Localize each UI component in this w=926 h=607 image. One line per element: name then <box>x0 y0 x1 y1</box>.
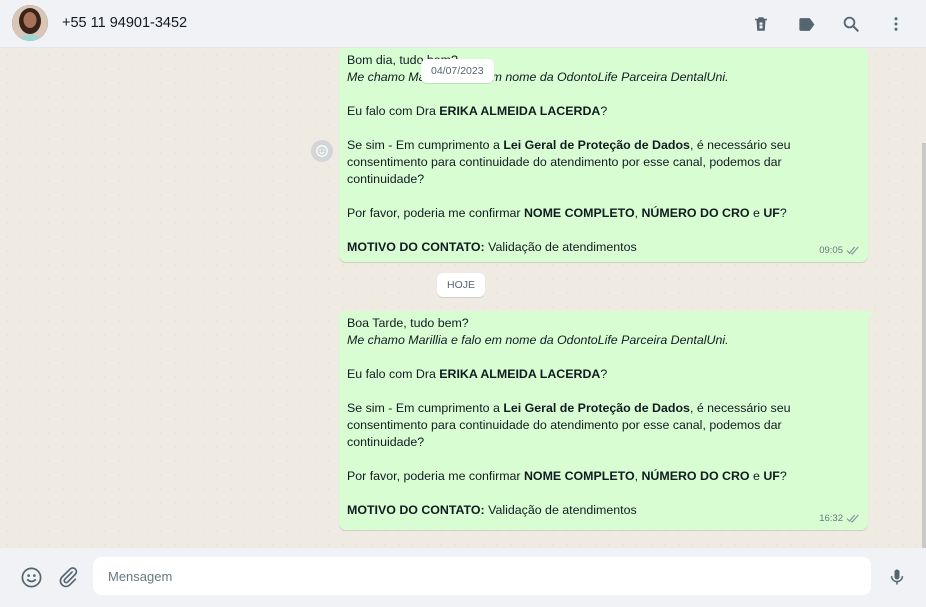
chat-scrollbar[interactable] <box>922 48 926 548</box>
message-intro: Me chamo Marillia e falo em nome da Odon… <box>347 333 729 347</box>
message-motivo-line: MOTIVO DO CONTATO: Validação de atendime… <box>347 240 637 254</box>
delete-icon[interactable] <box>749 12 773 36</box>
message-lgpd-line: Se sim - Em cumprimento a Lei Geral de P… <box>347 138 791 186</box>
mic-icon[interactable] <box>884 564 910 590</box>
search-icon[interactable] <box>839 12 863 36</box>
avatar[interactable] <box>12 5 48 41</box>
emoji-reaction-icon[interactable] <box>311 140 333 162</box>
message-lgpd-line: Se sim - Em cumprimento a Lei Geral de P… <box>347 401 791 449</box>
contact-name[interactable]: +55 11 94901-3452 <box>62 15 187 31</box>
menu-icon[interactable] <box>884 12 908 36</box>
message-dra-line: Eu falo com Dra ERIKA ALMEIDA LACERDA? <box>347 104 608 118</box>
message-time: 09:05 <box>819 245 843 256</box>
bubble-tail <box>866 311 874 321</box>
chat-header: +55 11 94901-3452 <box>0 0 926 48</box>
emoji-icon[interactable] <box>18 564 44 590</box>
message-confirm-line: Por favor, poderia me confirmar NOME COM… <box>347 469 787 483</box>
message-confirm-line: Por favor, poderia me confirmar NOME COM… <box>347 206 787 220</box>
label-icon[interactable] <box>794 12 818 36</box>
chat-area: Bom dia, tudo bem? Me chamo Marillia e f… <box>0 48 926 548</box>
double-check-icon <box>846 246 859 255</box>
date-chip: 04/07/2023 <box>421 59 494 83</box>
message-input[interactable] <box>93 557 871 595</box>
message-bubble[interactable]: Bom dia, tudo bem? Me chamo Marillia e f… <box>339 48 868 262</box>
message-greeting: Boa Tarde, tudo bem? <box>347 316 469 330</box>
attach-icon[interactable] <box>55 564 81 590</box>
composer <box>0 548 926 607</box>
message-meta: 09:05 <box>819 242 860 259</box>
date-chip-today: HOJE <box>437 273 486 297</box>
message-motivo-line: MOTIVO DO CONTATO: Validação de atendime… <box>347 503 637 517</box>
message-meta: 16:32 <box>819 510 860 527</box>
scrollbar-thumb[interactable] <box>922 143 926 548</box>
message-time: 16:32 <box>819 513 843 524</box>
double-check-icon <box>846 514 859 523</box>
message-bubble[interactable]: Boa Tarde, tudo bem? Me chamo Marillia e… <box>339 311 874 530</box>
message-dra-line: Eu falo com Dra ERIKA ALMEIDA LACERDA? <box>347 367 608 381</box>
